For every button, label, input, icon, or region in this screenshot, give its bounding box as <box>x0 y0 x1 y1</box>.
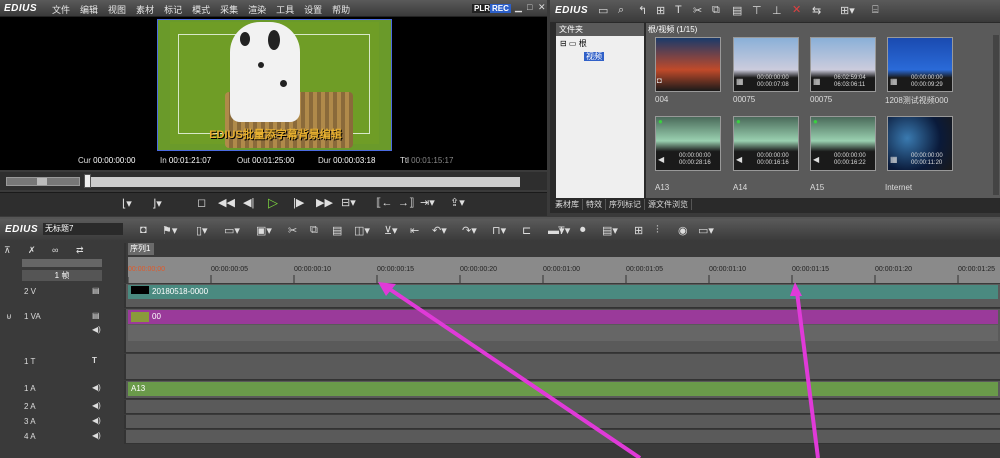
annotation-arrow <box>795 291 820 458</box>
annotation-arrow <box>386 286 642 458</box>
arrow-head <box>790 282 802 296</box>
annotation-arrows <box>378 282 820 458</box>
